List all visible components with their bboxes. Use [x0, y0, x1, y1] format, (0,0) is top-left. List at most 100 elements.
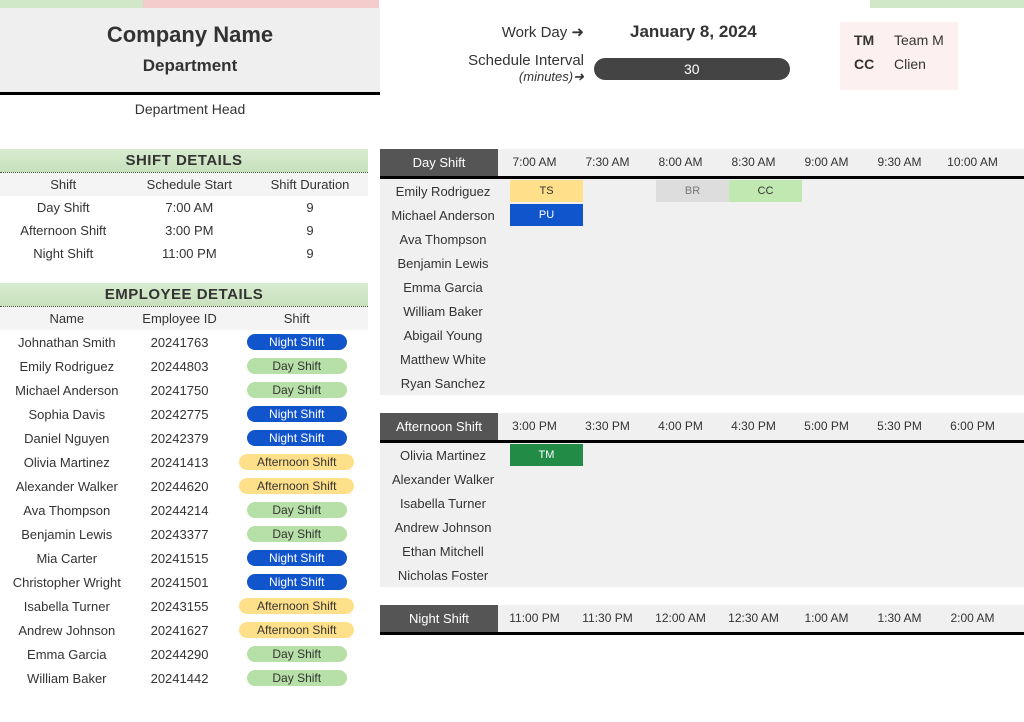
shift-pill: Afternoon Shift — [239, 622, 354, 638]
employee-name: Ryan Sanchez — [380, 376, 510, 391]
schedule-row: Isabella Turner — [380, 491, 1024, 515]
schedule-row: Abigail Young — [380, 323, 1024, 347]
schedule-slot[interactable]: TM — [510, 444, 583, 466]
table-row: Night Shift11:00 PM9 — [0, 242, 368, 265]
time-header: 8:00 AM — [644, 149, 717, 176]
shift-pill: Night Shift — [247, 430, 347, 446]
employee-name: Abigail Young — [380, 328, 510, 343]
shift-pill: Day Shift — [247, 670, 347, 686]
table-row: Ava Thompson20244214Day Shift — [0, 498, 368, 522]
col-header: Shift — [225, 307, 368, 330]
employee-name: Olivia Martinez — [380, 448, 510, 463]
table-row: Mia Carter20241515Night Shift — [0, 546, 368, 570]
shift-pill: Day Shift — [247, 358, 347, 374]
employee-name: Nicholas Foster — [380, 568, 510, 583]
workday-value: January 8, 2024 — [630, 22, 757, 42]
table-row: Michael Anderson20241750Day Shift — [0, 378, 368, 402]
table-row: Afternoon Shift3:00 PM9 — [0, 219, 368, 242]
employee-details-table: NameEmployee IDShift Johnathan Smith2024… — [0, 307, 368, 690]
time-header: 10:00 AM — [936, 149, 1009, 176]
time-header: 9:30 AM — [863, 149, 936, 176]
table-row: Christopher Wright20241501Night Shift — [0, 570, 368, 594]
shift-pill: Afternoon Shift — [239, 478, 354, 494]
col-header: Schedule Start — [127, 173, 253, 196]
time-header: 12:30 AM — [717, 605, 790, 632]
schedule-row: Emma Garcia — [380, 275, 1024, 299]
schedule-row: Nicholas Foster — [380, 563, 1024, 587]
time-header: 6:00 PM — [936, 413, 1009, 440]
schedule-row: Olivia MartinezTM — [380, 443, 1024, 467]
schedule-row: Andrew Johnson — [380, 515, 1024, 539]
shift-pill: Day Shift — [247, 526, 347, 542]
shift-pill: Afternoon Shift — [239, 598, 354, 614]
col-header: Name — [0, 307, 134, 330]
time-header: 5:30 PM — [863, 413, 936, 440]
shift-pill: Night Shift — [247, 550, 347, 566]
workday-label: Work Day ➜ — [380, 23, 590, 41]
schedule-slot[interactable]: BR — [656, 180, 729, 202]
schedule-row: Matthew White — [380, 347, 1024, 371]
employee-name: Matthew White — [380, 352, 510, 367]
department-name: Department — [0, 56, 380, 76]
table-row: Isabella Turner20243155Afternoon Shift — [0, 594, 368, 618]
table-row: Andrew Johnson20241627Afternoon Shift — [0, 618, 368, 642]
company-name: Company Name — [0, 22, 380, 48]
time-header: 1:30 AM — [863, 605, 936, 632]
employee-name: Andrew Johnson — [380, 520, 510, 535]
time-header: 7:30 AM — [571, 149, 644, 176]
legend-desc: Team M — [894, 32, 944, 48]
schedule-row: Alexander Walker — [380, 467, 1024, 491]
company-header: Company Name Department — [0, 8, 380, 95]
shift-pill: Afternoon Shift — [239, 454, 354, 470]
table-row: Daniel Nguyen20242379Night Shift — [0, 426, 368, 450]
shift-pill: Day Shift — [247, 502, 347, 518]
interval-value[interactable]: 30 — [594, 58, 790, 80]
employee-name: Emily Rodriguez — [380, 184, 510, 199]
table-row: Benjamin Lewis20243377Day Shift — [0, 522, 368, 546]
legend-code: TM — [854, 32, 894, 48]
table-row: William Baker20241442Day Shift — [0, 666, 368, 690]
col-header: Employee ID — [134, 307, 226, 330]
time-header: 4:30 PM — [717, 413, 790, 440]
time-header: 11:30 PM — [571, 605, 644, 632]
time-header: 7:00 AM — [498, 149, 571, 176]
schedule-slot[interactable]: CC — [729, 180, 802, 202]
employee-name: William Baker — [380, 304, 510, 319]
employee-name: Alexander Walker — [380, 472, 510, 487]
time-header: 3:30 PM — [571, 413, 644, 440]
schedule-slot[interactable]: PU — [510, 204, 583, 226]
table-row: Emma Garcia20244290Day Shift — [0, 642, 368, 666]
schedule-slot[interactable]: TS — [510, 180, 583, 202]
table-row: Day Shift7:00 AM9 — [0, 196, 368, 219]
schedule-row: Ryan Sanchez — [380, 371, 1024, 395]
employee-name: Isabella Turner — [380, 496, 510, 511]
shift-details-title: SHIFT DETAILS — [0, 149, 368, 173]
shift-pill: Night Shift — [247, 406, 347, 422]
schedule-slot-empty[interactable] — [583, 180, 656, 202]
shift-tag: Afternoon Shift — [380, 413, 498, 440]
time-header: 12:00 AM — [644, 605, 717, 632]
time-header: 9:00 AM — [790, 149, 863, 176]
schedule-row: William Baker — [380, 299, 1024, 323]
col-header: Shift — [0, 173, 127, 196]
time-header: 4:00 PM — [644, 413, 717, 440]
interval-label: Schedule Interval (minutes)➜ — [380, 52, 590, 85]
employee-name: Benjamin Lewis — [380, 256, 510, 271]
table-row: Johnathan Smith20241763Night Shift — [0, 330, 368, 354]
time-header: 1:00 AM — [790, 605, 863, 632]
table-row: Alexander Walker20244620Afternoon Shift — [0, 474, 368, 498]
time-header: 11:00 PM — [498, 605, 571, 632]
employee-details-title: EMPLOYEE DETAILS — [0, 283, 368, 307]
shift-pill: Day Shift — [247, 646, 347, 662]
shift-details-table: ShiftSchedule StartShift Duration Day Sh… — [0, 173, 368, 265]
table-row: Olivia Martinez20241413Afternoon Shift — [0, 450, 368, 474]
col-header: Shift Duration — [252, 173, 368, 196]
table-row: Sophia Davis20242775Night Shift — [0, 402, 368, 426]
shift-tag: Night Shift — [380, 605, 498, 632]
legend-box: TMTeam MCCClien — [840, 22, 958, 90]
schedule-row: Benjamin Lewis — [380, 251, 1024, 275]
shift-tag: Day Shift — [380, 149, 498, 176]
shift-pill: Day Shift — [247, 382, 347, 398]
employee-name: Ethan Mitchell — [380, 544, 510, 559]
employee-name: Emma Garcia — [380, 280, 510, 295]
